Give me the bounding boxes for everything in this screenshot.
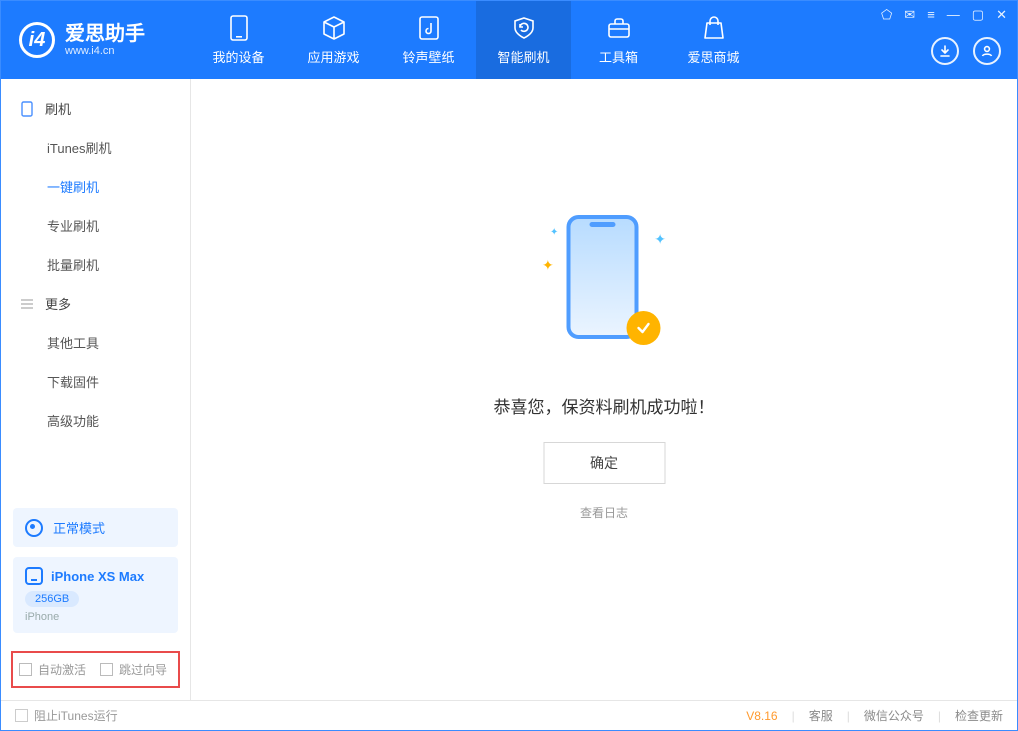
nav-label: 爱思商城 bbox=[687, 47, 739, 66]
cube-icon bbox=[320, 14, 348, 42]
ok-button[interactable]: 确定 bbox=[543, 442, 665, 484]
nav-ringtone-wallpaper[interactable]: 铃声壁纸 bbox=[381, 1, 476, 79]
sidebar-item-pro-flash[interactable]: 专业刷机 bbox=[1, 206, 190, 245]
main-panel: ✦ ✦ ✦ 恭喜您，保资料刷机成功啦！ 确定 查看日志 bbox=[191, 79, 1017, 700]
device-card[interactable]: iPhone XS Max 256GB iPhone bbox=[13, 557, 178, 633]
top-nav: 我的设备 应用游戏 铃声壁纸 智能刷机 工具箱 爱思商城 bbox=[191, 1, 761, 79]
flash-options-highlight: 自动激活 跳过向导 bbox=[11, 651, 180, 688]
device-name: iPhone XS Max bbox=[51, 569, 144, 584]
sidebar-section-flash: 刷机 bbox=[1, 89, 190, 128]
version-label: V8.16 bbox=[746, 709, 777, 723]
checkbox-icon bbox=[15, 709, 28, 722]
titlebar: i4 爱思助手 www.i4.cn 我的设备 应用游戏 铃声壁纸 智能刷机 bbox=[1, 1, 1017, 79]
maximize-button[interactable]: ▢ bbox=[972, 7, 984, 23]
sidebar-item-other-tools[interactable]: 其他工具 bbox=[1, 323, 190, 362]
skin-icon[interactable]: ⬠ bbox=[881, 7, 892, 23]
toolbox-icon bbox=[605, 14, 633, 42]
list-icon bbox=[19, 296, 35, 312]
title-right: ⬠ ✉ ≡ — ▢ ✕ bbox=[881, 1, 1017, 79]
refresh-shield-icon bbox=[510, 14, 538, 42]
sidebar-item-oneclick-flash[interactable]: 一键刷机 bbox=[1, 167, 190, 206]
sidebar: 刷机 iTunes刷机 一键刷机 专业刷机 批量刷机 更多 其他工具 下载固件 … bbox=[1, 79, 191, 700]
device-type: iPhone bbox=[25, 611, 166, 623]
status-link-wechat[interactable]: 微信公众号 bbox=[864, 707, 924, 724]
sparkle-icon: ✦ bbox=[542, 257, 554, 274]
window-controls: ⬠ ✉ ≡ — ▢ ✕ bbox=[881, 7, 1007, 23]
success-message: 恭喜您，保资料刷机成功啦！ bbox=[494, 393, 715, 418]
app-name: 爱思助手 bbox=[65, 23, 145, 45]
app-window: i4 爱思助手 www.i4.cn 我的设备 应用游戏 铃声壁纸 智能刷机 bbox=[0, 0, 1018, 731]
logo: i4 爱思助手 www.i4.cn bbox=[1, 1, 191, 79]
checkbox-icon bbox=[19, 663, 32, 676]
feedback-icon[interactable]: ✉ bbox=[904, 7, 915, 23]
music-file-icon bbox=[415, 14, 443, 42]
bag-icon bbox=[700, 14, 728, 42]
sidebar-section-title: 刷机 bbox=[45, 99, 71, 118]
device-capacity: 256GB bbox=[25, 591, 79, 607]
status-link-update[interactable]: 检查更新 bbox=[955, 707, 1003, 724]
account-button[interactable] bbox=[973, 37, 1001, 65]
body: 刷机 iTunes刷机 一键刷机 专业刷机 批量刷机 更多 其他工具 下载固件 … bbox=[1, 79, 1017, 700]
mode-label: 正常模式 bbox=[53, 518, 105, 537]
checkbox-label: 阻止iTunes运行 bbox=[34, 707, 118, 724]
phone-small-icon bbox=[19, 101, 35, 117]
close-button[interactable]: ✕ bbox=[996, 7, 1007, 23]
checkbox-skip-guide[interactable]: 跳过向导 bbox=[100, 661, 167, 678]
sidebar-item-advanced[interactable]: 高级功能 bbox=[1, 401, 190, 440]
view-log-link[interactable]: 查看日志 bbox=[580, 504, 628, 521]
nav-apps-games[interactable]: 应用游戏 bbox=[286, 1, 381, 79]
status-bar: 阻止iTunes运行 V8.16 | 客服 | 微信公众号 | 检查更新 bbox=[1, 700, 1017, 730]
download-button[interactable] bbox=[931, 37, 959, 65]
nav-store[interactable]: 爱思商城 bbox=[666, 1, 761, 79]
checkbox-label: 跳过向导 bbox=[119, 661, 167, 678]
phone-icon bbox=[225, 14, 253, 42]
menu-icon[interactable]: ≡ bbox=[927, 7, 935, 23]
nav-toolbox[interactable]: 工具箱 bbox=[571, 1, 666, 79]
nav-smart-flash[interactable]: 智能刷机 bbox=[476, 1, 571, 79]
checkbox-icon bbox=[100, 663, 113, 676]
mode-card[interactable]: 正常模式 bbox=[13, 508, 178, 547]
nav-my-device[interactable]: 我的设备 bbox=[191, 1, 286, 79]
sidebar-item-download-firmware[interactable]: 下载固件 bbox=[1, 362, 190, 401]
nav-label: 工具箱 bbox=[599, 47, 638, 66]
checkbox-block-itunes[interactable]: 阻止iTunes运行 bbox=[15, 707, 118, 724]
logo-icon: i4 bbox=[19, 22, 55, 58]
mode-icon bbox=[25, 519, 43, 537]
checkbox-auto-activate[interactable]: 自动激活 bbox=[19, 661, 86, 678]
sidebar-section-more: 更多 bbox=[1, 284, 190, 323]
success-check-icon bbox=[626, 311, 660, 345]
nav-label: 智能刷机 bbox=[497, 47, 549, 66]
minimize-button[interactable]: — bbox=[947, 7, 960, 23]
checkbox-label: 自动激活 bbox=[38, 661, 86, 678]
nav-label: 铃声壁纸 bbox=[402, 47, 454, 66]
sidebar-section-title: 更多 bbox=[45, 294, 71, 313]
status-link-cs[interactable]: 客服 bbox=[809, 707, 833, 724]
sparkle-icon: ✦ bbox=[654, 231, 666, 248]
success-illustration: ✦ ✦ ✦ bbox=[544, 209, 664, 359]
nav-label: 我的设备 bbox=[212, 47, 264, 66]
sidebar-item-itunes-flash[interactable]: iTunes刷机 bbox=[1, 128, 190, 167]
app-domain: www.i4.cn bbox=[65, 45, 145, 57]
nav-label: 应用游戏 bbox=[307, 47, 359, 66]
device-icon bbox=[25, 567, 43, 585]
sidebar-item-batch-flash[interactable]: 批量刷机 bbox=[1, 245, 190, 284]
sparkle-icon: ✦ bbox=[550, 227, 558, 238]
